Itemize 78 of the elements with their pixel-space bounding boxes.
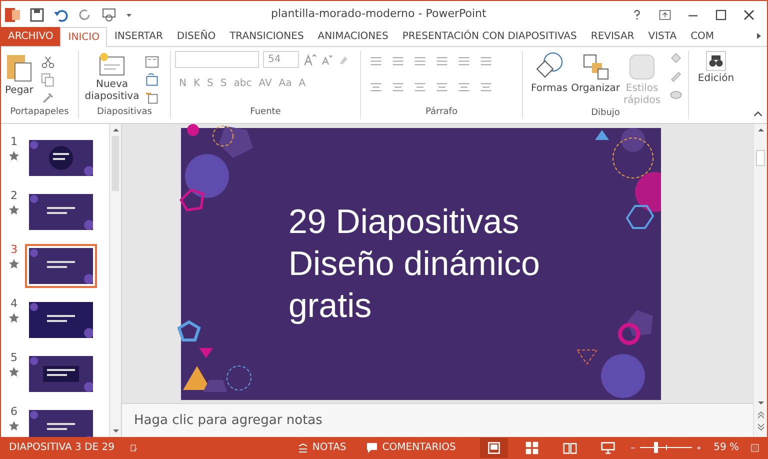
layout-icon[interactable] — [145, 55, 159, 69]
animation-star-icon — [9, 367, 19, 377]
scrollbar-thumb[interactable] — [756, 150, 765, 166]
binoculars-icon — [706, 51, 726, 71]
projector-icon[interactable] — [600, 440, 615, 454]
group-label: Portapapeles — [9, 106, 70, 118]
animation-star-icon — [9, 421, 19, 431]
outline-pen-icon[interactable] — [668, 69, 683, 83]
slide-title-line: gratis — [288, 286, 373, 326]
animation-star-icon — [9, 205, 19, 215]
animation-star-icon — [9, 313, 19, 323]
slide-indicator: DIAPOSITIVA 3 DE 29 — [9, 441, 114, 455]
maximize-icon[interactable] — [715, 8, 727, 20]
slide-thumbnail[interactable] — [29, 140, 93, 176]
paste-button[interactable]: Pegar — [5, 51, 34, 105]
slide-scrollbar[interactable] — [753, 124, 767, 437]
slide-number: 3 — [10, 244, 18, 256]
close-icon[interactable] — [743, 8, 755, 20]
slide-thumbnail[interactable] — [29, 302, 93, 338]
notes-icon — [298, 442, 308, 452]
grid-view-icon[interactable] — [524, 440, 539, 454]
group-label: Párrafo — [424, 106, 458, 118]
slide-number: 2 — [10, 190, 18, 202]
next-slide-icon[interactable] — [754, 421, 766, 433]
book-view-icon[interactable] — [562, 440, 577, 454]
shrink-font-icon[interactable] — [321, 54, 333, 66]
notes-placeholder: Haga clic para agregar notas — [134, 412, 322, 430]
zoom-level: 59 % — [714, 441, 740, 455]
ribbon-tab[interactable]: COM — [684, 27, 722, 46]
ribbon-tab[interactable]: PRESENTACIÓN CON DIAPOSITIVAS — [395, 27, 584, 46]
window-title: plantilla-morado-moderno - PowerPoint — [271, 6, 486, 22]
cut-icon[interactable] — [41, 55, 56, 69]
slide-thumbnail[interactable] — [29, 410, 93, 437]
slide-thumbnail[interactable] — [29, 356, 93, 392]
animation-star-icon — [9, 151, 19, 161]
comment-icon — [366, 442, 378, 454]
comments-button[interactable]: COMENTARIOS — [366, 440, 456, 455]
normal-view-icon[interactable] — [486, 440, 501, 454]
zoom-slider[interactable] — [640, 442, 692, 454]
animation-star-icon — [9, 259, 19, 269]
ribbon-tab[interactable]: ANIMACIONES — [310, 27, 396, 46]
slide-thumbnail[interactable] — [29, 248, 93, 284]
ribbon-tab[interactable]: DISEÑO — [170, 27, 223, 46]
save-icon[interactable] — [29, 6, 45, 22]
font-name-field[interactable] — [175, 51, 259, 68]
file-tab[interactable]: ARCHIVO — [1, 27, 60, 46]
new-slide-button[interactable]: Nueva diapositiva — [83, 51, 141, 105]
ribbon-tab[interactable]: INICIO — [60, 27, 108, 47]
help-icon[interactable] — [631, 8, 643, 20]
ribbon-tab[interactable]: TRANSICIONES — [222, 27, 311, 46]
ribbon-tab[interactable]: INSERTAR — [107, 27, 170, 46]
reset-icon[interactable] — [145, 73, 159, 87]
notes-button[interactable]: NOTAS — [298, 440, 346, 455]
ribbon-tab[interactable]: REVISAR — [584, 27, 642, 46]
app-logo-icon — [5, 6, 21, 22]
editing-button[interactable]: Edición — [698, 51, 734, 86]
collapse-ribbon-icon[interactable] — [753, 109, 763, 119]
copy-icon[interactable] — [41, 73, 56, 87]
slide-number: 4 — [10, 298, 18, 310]
ribbon-display-icon[interactable] — [659, 8, 671, 20]
slide-title-line: 29 Diapositivas — [288, 202, 520, 242]
notes-pane[interactable]: Haga clic para agregar notas — [122, 403, 753, 437]
presentation-icon[interactable] — [101, 6, 117, 22]
ribbon-tab[interactable]: VISTA — [641, 27, 684, 46]
scroll-right-icon[interactable] — [755, 30, 763, 42]
drawing-button[interactable]: Formas — [531, 51, 568, 107]
slide-thumbnail[interactable] — [29, 194, 93, 230]
slide-number: 5 — [10, 352, 18, 364]
section-icon[interactable] — [145, 91, 159, 105]
slide-number: 1 — [10, 136, 18, 148]
format-painter-icon[interactable] — [41, 91, 56, 105]
grow-font-icon[interactable] — [303, 52, 317, 66]
group-label: Diapositivas — [96, 106, 153, 118]
slide-number: 6 — [10, 406, 18, 418]
group-label: Fuente — [249, 106, 282, 118]
group-label: Dibujo — [590, 107, 621, 120]
thumbnail-scrollbar[interactable] — [109, 124, 121, 437]
slide-title-line: Diseño dinámico — [288, 244, 540, 284]
